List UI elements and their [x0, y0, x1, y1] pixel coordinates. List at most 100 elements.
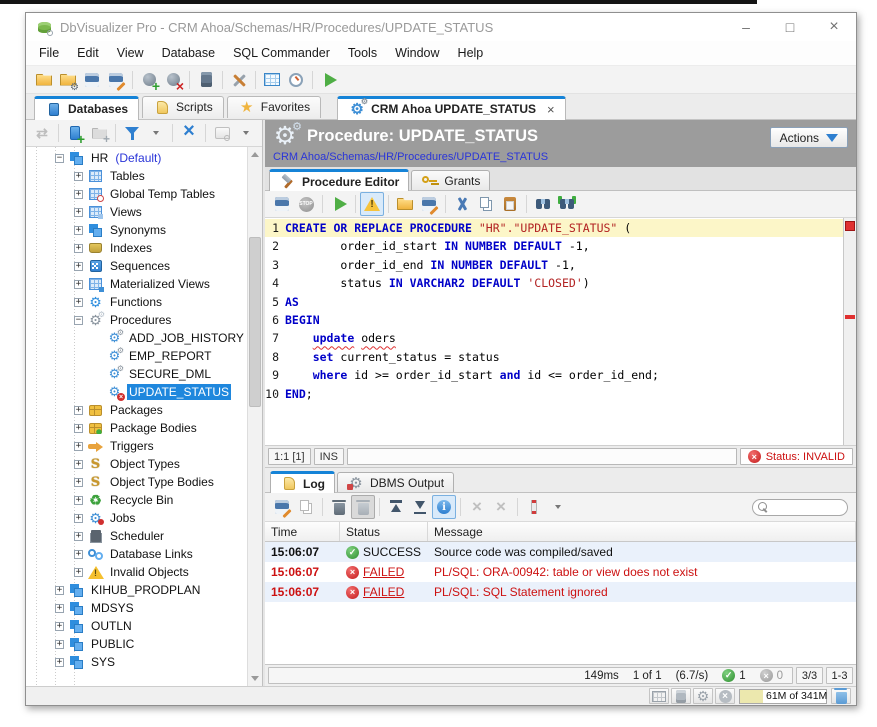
errors-statusbar-button[interactable] [715, 688, 735, 704]
expand-expander-icon[interactable]: + [74, 262, 83, 271]
tree-item-object-types[interactable]: +Object Types [26, 455, 247, 473]
collapse-expander-icon[interactable]: − [55, 154, 64, 163]
editor-copy-button[interactable] [474, 192, 498, 216]
editor-cut-button[interactable] [450, 192, 474, 216]
code-line-5[interactable]: 5AS [265, 293, 843, 311]
tree-item-package-bodies[interactable]: +Package Bodies [26, 419, 247, 437]
editor-run-button[interactable] [327, 192, 351, 216]
error-marker-icon[interactable] [845, 221, 855, 231]
tree-item-outln[interactable]: +OUTLN [26, 617, 247, 635]
tab-crm-ahoa-update-status[interactable]: CRM Ahoa UPDATE_STATUS × [337, 96, 565, 120]
tab-favorites[interactable]: Favorites [227, 96, 321, 118]
menu-database[interactable]: Database [153, 42, 225, 64]
sql-editor[interactable]: 1CREATE OR REPLACE PROCEDURE "HR"."UPDAT… [265, 218, 856, 445]
toolbar-execute-button[interactable] [317, 68, 341, 92]
scroll-up-icon[interactable] [251, 152, 259, 157]
expand-expander-icon[interactable]: + [74, 208, 83, 217]
log-search-input[interactable] [772, 500, 847, 514]
scrollbar-thumb[interactable] [249, 237, 261, 407]
error-marker-icon[interactable] [845, 315, 855, 319]
log-row[interactable]: 15:06:07✓SUCCESSSource code was compiled… [265, 542, 856, 562]
expand-expander-icon[interactable]: + [74, 514, 83, 523]
tree-item-jobs[interactable]: +Jobs [26, 509, 247, 527]
log-row-height-button[interactable] [522, 495, 546, 519]
tree-item-invalid-objects[interactable]: +Invalid Objects [26, 563, 247, 581]
expand-expander-icon[interactable]: + [74, 280, 83, 289]
toolbar-open-folder-button[interactable] [32, 68, 56, 92]
menu-window[interactable]: Window [386, 42, 448, 64]
menu-tools[interactable]: Tools [339, 42, 386, 64]
code-line-2[interactable]: 2 order_id_start IN NUMBER DEFAULT -1, [265, 237, 843, 255]
menu-edit[interactable]: Edit [68, 42, 108, 64]
expand-expander-icon[interactable]: + [74, 442, 83, 451]
log-clear-button[interactable] [327, 495, 351, 519]
tree-item-packages[interactable]: +Packages [26, 401, 247, 419]
tree-item-global-temp-tables[interactable]: +Global Temp Tables [26, 185, 247, 203]
log-fit-expand-button[interactable] [465, 495, 489, 519]
tree-item-sequences[interactable]: +Sequences [26, 257, 247, 275]
actions-button[interactable]: Actions [770, 127, 848, 148]
log-log-copy-button[interactable] [294, 495, 318, 519]
code-line-6[interactable]: 6BEGIN [265, 311, 843, 329]
expand-expander-icon[interactable]: + [74, 172, 83, 181]
toolbar-disconnect-button[interactable] [161, 68, 185, 92]
expand-expander-icon[interactable]: + [55, 586, 64, 595]
expand-expander-icon[interactable]: + [74, 568, 83, 577]
log-row[interactable]: 15:06:07×FAILEDPL/SQL: ORA-00942: table … [265, 562, 856, 582]
tree-item-update-status[interactable]: +UPDATE_STATUS [26, 383, 247, 401]
editor-paste-button[interactable] [498, 192, 522, 216]
menu-file[interactable]: File [30, 42, 68, 64]
code-line-3[interactable]: 3 order_id_end IN NUMBER DEFAULT -1, [265, 256, 843, 274]
log-clear-pressed-button[interactable] [351, 495, 375, 519]
tree-item-recycle-bin[interactable]: +Recycle Bin [26, 491, 247, 509]
minimize-button[interactable]: – [724, 13, 768, 41]
expand-expander-icon[interactable]: + [55, 640, 64, 649]
code-line-9[interactable]: 9 where id >= order_id_start and id <= o… [265, 366, 843, 384]
tree-item-scheduler[interactable]: +Scheduler [26, 527, 247, 545]
tree-item-views[interactable]: +Views [26, 203, 247, 221]
grid-statusbar-button[interactable] [649, 688, 669, 704]
garbage-collect-button[interactable] [831, 688, 851, 704]
menu-view[interactable]: View [108, 42, 153, 64]
tree-item-tables[interactable]: +Tables [26, 167, 247, 185]
expand-expander-icon[interactable]: + [55, 658, 64, 667]
expand-expander-icon[interactable]: + [74, 298, 83, 307]
tree-item-indexes[interactable]: +Indexes [26, 239, 247, 257]
tree-item-synonyms[interactable]: +Synonyms [26, 221, 247, 239]
tab-procedure-editor[interactable]: Procedure Editor [269, 169, 409, 191]
tree-collapse-all-button[interactable] [177, 121, 201, 145]
tree-item-kihub-prodplan[interactable]: +KIHUB_PRODPLAN [26, 581, 247, 599]
expand-expander-icon[interactable]: + [55, 622, 64, 631]
expand-expander-icon[interactable]: + [74, 190, 83, 199]
column-header-status[interactable]: Status [340, 522, 428, 541]
tab-log[interactable]: Log [270, 471, 335, 493]
expand-expander-icon[interactable]: + [74, 244, 83, 253]
toolbar-save-as-button[interactable] [104, 68, 128, 92]
toolbar-tool-properties-button[interactable] [227, 68, 251, 92]
editor-save-procedure-button[interactable] [270, 192, 294, 216]
tree-item-materialized-views[interactable]: +Materialized Views [26, 275, 247, 293]
close-button[interactable]: × [812, 13, 856, 41]
log-row[interactable]: 15:06:07×FAILEDPL/SQL: SQL Statement ign… [265, 582, 856, 602]
code-line-8[interactable]: 8 set current_status = status [265, 348, 843, 366]
tree-item-secure-dml[interactable]: +SECURE_DML [26, 365, 247, 383]
expand-expander-icon[interactable]: + [74, 226, 83, 235]
toolbar-connect-button[interactable] [137, 68, 161, 92]
expand-expander-icon[interactable]: + [74, 406, 83, 415]
error-stripe[interactable] [843, 218, 856, 445]
db-statusbar-button[interactable] [671, 688, 691, 704]
gear-statusbar-button[interactable] [693, 688, 713, 704]
tree-item-procedures[interactable]: −Procedures [26, 311, 247, 329]
expand-expander-icon[interactable]: + [74, 460, 83, 469]
tree-add-folder-button[interactable] [87, 121, 111, 145]
log-search-field[interactable] [752, 499, 848, 516]
expand-expander-icon[interactable]: + [74, 550, 83, 559]
expand-expander-icon[interactable]: + [74, 496, 83, 505]
close-tab-icon[interactable]: × [547, 102, 555, 117]
editor-editor-save-as-button[interactable] [417, 192, 441, 216]
tab-grants[interactable]: Grants [411, 170, 490, 190]
code-line-7[interactable]: 7 update oders [265, 329, 843, 347]
code-area[interactable]: 1CREATE OR REPLACE PROCEDURE "HR"."UPDAT… [265, 218, 843, 445]
toolbar-open-folder-settings-button[interactable] [56, 68, 80, 92]
tree-monitor-search-button[interactable] [210, 121, 234, 145]
